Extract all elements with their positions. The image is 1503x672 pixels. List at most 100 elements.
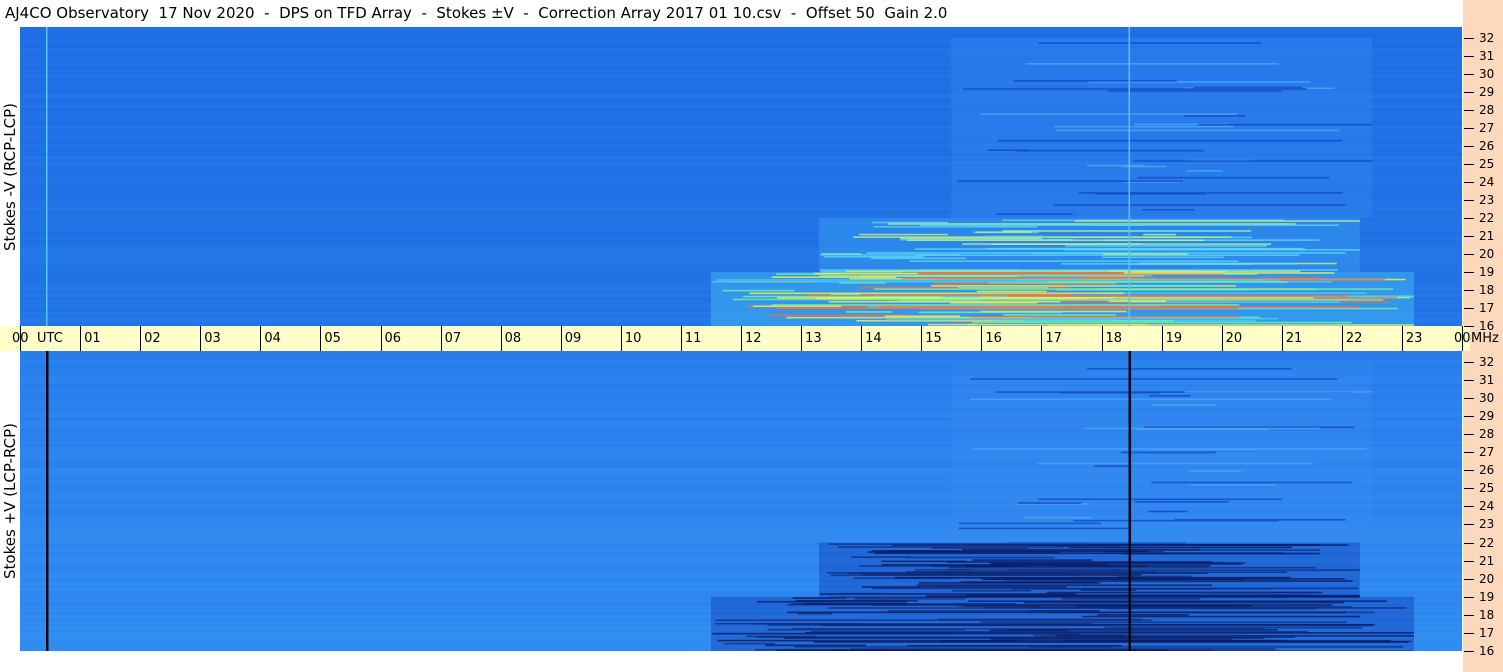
activity-streak xyxy=(982,578,1246,581)
time-tick xyxy=(981,326,983,351)
top-panel-label-text: Stokes -V (RCP-LCP) xyxy=(1,102,19,251)
bottom-panel-label-text: Stokes +V (LCP-RCP) xyxy=(1,423,19,579)
activity-streak xyxy=(974,594,1311,597)
freq-tick xyxy=(1464,651,1474,652)
activity-streak xyxy=(952,632,1410,634)
time-tick-label: 01 xyxy=(84,331,101,346)
activity-streak xyxy=(1060,391,1161,394)
activity-streak xyxy=(1186,169,1223,172)
activity-streak xyxy=(794,645,1404,648)
utc-label: UTC xyxy=(37,331,63,346)
activity-streak xyxy=(767,628,966,631)
freq-tick-label: 30 xyxy=(1479,390,1495,405)
activity-streak xyxy=(1053,545,1120,548)
time-tick xyxy=(1281,326,1283,351)
activity-streak xyxy=(830,574,1139,576)
activity-streak xyxy=(942,295,981,298)
activity-streak xyxy=(919,224,1140,227)
activity-streak xyxy=(846,270,1301,273)
activity-streak xyxy=(1046,281,1288,283)
activity-streak xyxy=(1076,605,1253,607)
time-tick xyxy=(320,326,322,351)
activity-streak xyxy=(1054,125,1234,128)
activity-streak xyxy=(1015,149,1205,152)
activity-streak xyxy=(968,600,1388,602)
time-tick-label: 13 xyxy=(805,331,822,346)
vertical-marker-line xyxy=(1128,27,1131,326)
activity-streak xyxy=(1006,542,1186,544)
activity-streak xyxy=(1147,510,1188,513)
freq-tick xyxy=(1464,271,1474,273)
activity-streak xyxy=(873,225,1038,228)
spectrogram-row xyxy=(20,351,1462,354)
activity-streak xyxy=(941,640,1391,642)
activity-streak xyxy=(768,314,905,317)
activity-streak xyxy=(1024,516,1092,519)
freq-tick xyxy=(1464,109,1474,111)
activity-streak xyxy=(980,621,1348,624)
activity-streak xyxy=(1006,295,1349,297)
activity-streak xyxy=(984,235,1045,238)
activity-streak xyxy=(948,566,1316,569)
activity-streak xyxy=(972,321,1352,324)
activity-streak xyxy=(1148,448,1256,451)
activity-streak xyxy=(986,247,1302,250)
freq-tick xyxy=(1464,596,1474,598)
activity-streak xyxy=(1021,639,1066,642)
activity-streak xyxy=(957,180,1183,182)
time-tick xyxy=(1401,326,1403,351)
time-tick-label: 19 xyxy=(1165,331,1183,346)
freq-tick-label: 28 xyxy=(1479,427,1495,442)
time-axis: 00 01 02 03 04 05 06 07 08 09 10 11 12 13 14 15 16 17 18 19… xyxy=(0,326,1499,351)
activity-streak xyxy=(1097,614,1189,616)
activity-streak xyxy=(996,213,1073,215)
freq-tick xyxy=(1464,361,1474,363)
activity-streak xyxy=(1074,220,1360,222)
freq-tick xyxy=(1464,416,1474,418)
activity-streak xyxy=(937,586,1036,588)
time-tick-label: 14 xyxy=(865,331,882,346)
freq-tick-label: 22 xyxy=(1479,535,1495,550)
activity-streak xyxy=(771,276,897,278)
freq-tick xyxy=(1464,37,1474,39)
time-tick xyxy=(80,326,82,351)
freq-tick-label: 21 xyxy=(1479,553,1495,568)
time-tick xyxy=(440,326,442,351)
time-tick xyxy=(620,326,622,351)
activity-streak xyxy=(1108,300,1167,303)
activity-streak xyxy=(803,603,907,605)
freq-tick xyxy=(1464,73,1474,75)
freq-tick-label: 30 xyxy=(1479,66,1495,81)
activity-streak xyxy=(925,595,976,597)
freq-tick xyxy=(1464,434,1474,436)
activity-streak xyxy=(787,611,1347,614)
time-tick xyxy=(1101,326,1103,351)
activity-streak xyxy=(975,231,1032,233)
activity-streak xyxy=(1184,391,1372,393)
spectrogram-bottom-svg xyxy=(20,351,1462,651)
activity-streak xyxy=(873,288,1394,290)
activity-streak xyxy=(1123,272,1335,274)
freq-tick-label: 27 xyxy=(1479,120,1495,135)
activity-streak xyxy=(1017,502,1082,504)
spectrogram-row xyxy=(20,30,1462,33)
activity-streak xyxy=(918,311,1063,314)
activity-streak xyxy=(1134,500,1229,503)
time-tick xyxy=(741,326,742,351)
activity-streak xyxy=(1149,395,1191,397)
activity-streak xyxy=(1078,192,1343,194)
time-tick-label: 11 xyxy=(684,331,702,346)
time-tick-label: 00 xyxy=(1454,331,1471,346)
time-tick xyxy=(680,326,682,351)
time-tick-label: 02 xyxy=(144,331,161,346)
activity-region xyxy=(951,37,1372,218)
activity-streak xyxy=(765,644,867,647)
activity-streak xyxy=(1104,626,1363,629)
activity-streak xyxy=(1174,518,1346,521)
freq-tick-label: 29 xyxy=(1479,409,1495,424)
activity-streak xyxy=(776,649,1170,651)
freq-tick xyxy=(1464,145,1474,147)
freq-tick xyxy=(1464,397,1474,399)
time-tick-label: 20 xyxy=(1225,331,1243,346)
activity-streak xyxy=(871,221,948,224)
